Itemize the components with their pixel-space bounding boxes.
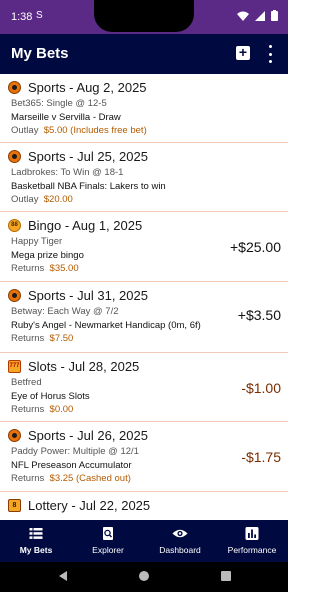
bet-card[interactable]: Sports - Jul 31, 2025 Betway: Each Way @… bbox=[0, 282, 288, 353]
eye-icon bbox=[172, 529, 188, 538]
bet-bookmaker-line: Betfred bbox=[11, 377, 42, 388]
bet-title: Sports - Jul 25, 2025 bbox=[28, 149, 148, 164]
bet-info-value: $7.50 bbox=[49, 333, 74, 344]
wifi-icon bbox=[237, 11, 249, 21]
nav-label: My Bets bbox=[19, 545, 53, 555]
status-bar: 1:38 S bbox=[0, 0, 288, 34]
bet-bookmaker-line: Happy Tiger bbox=[11, 236, 63, 247]
system-navigation-bar bbox=[0, 562, 288, 592]
bet-title: Lottery - Jul 22, 2025 bbox=[28, 498, 151, 513]
nav-performance[interactable]: Performance bbox=[216, 520, 288, 562]
bet-selection-line: NFL Preseason Accumulator bbox=[11, 460, 132, 471]
bet-card[interactable]: Sports - Aug 2, 2025 Bet365: Single @ 12… bbox=[0, 74, 288, 143]
bet-selection-line: Mega prize bingo bbox=[11, 250, 84, 261]
bet-header: Sports - Jul 25, 2025 bbox=[8, 149, 148, 164]
bet-selection-line: Basketball NBA Finals: Lakers to win bbox=[11, 181, 166, 192]
nav-my-bets[interactable]: My Bets bbox=[0, 520, 72, 562]
bet-info-value: $20.00 bbox=[43, 194, 73, 205]
football-icon bbox=[8, 429, 21, 442]
bet-selection-line: Eye of Horus Slots bbox=[11, 391, 90, 402]
bet-header: Sports - Jul 26, 2025 bbox=[8, 428, 148, 443]
bet-header: 88 Bingo - Aug 1, 2025 bbox=[8, 218, 142, 233]
recent-apps-icon[interactable] bbox=[221, 571, 231, 581]
bet-info-line: Returns $0.00 bbox=[11, 404, 73, 415]
bet-title: Sports - Jul 26, 2025 bbox=[28, 428, 148, 443]
bet-info-line: Returns $7.50 bbox=[11, 333, 73, 344]
home-icon[interactable] bbox=[139, 571, 149, 581]
bottom-navigation: My Bets Explorer Dashboard Performance bbox=[0, 520, 288, 562]
bet-header: 777 Slots - Jul 28, 2025 bbox=[8, 359, 139, 374]
bet-title: Slots - Jul 28, 2025 bbox=[28, 359, 140, 374]
search-doc-icon bbox=[103, 527, 113, 540]
nav-dashboard[interactable]: Dashboard bbox=[144, 520, 216, 562]
bet-card[interactable]: 88 Bingo - Aug 1, 2025 Happy Tiger Mega … bbox=[0, 212, 288, 282]
app-bar: My Bets + bbox=[0, 34, 288, 74]
app-screen: 1:38 S My Bets + Sports - Aug 2, 2025 Be… bbox=[0, 0, 288, 592]
bet-info-value: $3.25 (Cashed out) bbox=[49, 473, 131, 484]
page-title: My Bets bbox=[11, 45, 69, 62]
status-time: 1:38 bbox=[11, 11, 33, 23]
status-icons bbox=[237, 10, 278, 21]
camera-notch bbox=[94, 0, 194, 32]
bet-selection-line: Marseille v Servilla - Draw bbox=[11, 112, 121, 123]
nav-label: Explorer bbox=[92, 545, 124, 555]
bet-bookmaker-line: Bet365: Single @ 12-5 bbox=[11, 98, 107, 109]
bet-profit-amount: +$25.00 bbox=[230, 239, 281, 255]
bet-list[interactable]: Sports - Aug 2, 2025 Bet365: Single @ 12… bbox=[0, 74, 288, 520]
bet-header: Sports - Aug 2, 2025 bbox=[8, 80, 147, 95]
nav-explorer[interactable]: Explorer bbox=[72, 520, 144, 562]
signal-icon bbox=[255, 10, 265, 21]
bet-info-value: $0.00 bbox=[49, 404, 74, 415]
bet-info-label: Outlay bbox=[11, 125, 39, 136]
bet-card[interactable]: 8 Lottery - Jul 22, 2025 bbox=[0, 492, 288, 520]
bet-card[interactable]: 777 Slots - Jul 28, 2025 Betfred Eye of … bbox=[0, 353, 288, 422]
bet-info-label: Returns bbox=[11, 333, 45, 344]
lottery-ticket-icon: 8 bbox=[8, 499, 21, 512]
bet-card[interactable]: Sports - Jul 26, 2025 Paddy Power: Multi… bbox=[0, 422, 288, 492]
bet-bookmaker-line: Paddy Power: Multiple @ 12/1 bbox=[11, 446, 139, 457]
chart-icon bbox=[245, 527, 259, 540]
bet-info-line: Returns $3.25 (Cashed out) bbox=[11, 473, 131, 484]
back-icon[interactable] bbox=[59, 571, 67, 581]
battery-icon bbox=[271, 10, 278, 21]
nav-label: Performance bbox=[227, 545, 277, 555]
bet-info-label: Outlay bbox=[11, 194, 39, 205]
bet-info-line: Outlay $5.00 (Includes free bet) bbox=[11, 125, 147, 136]
bet-info-label: Returns bbox=[11, 404, 45, 415]
bet-title: Sports - Jul 31, 2025 bbox=[28, 288, 148, 303]
bet-card[interactable]: Sports - Jul 25, 2025 Ladbrokes: To Win … bbox=[0, 143, 288, 212]
nav-label: Dashboard bbox=[159, 545, 201, 555]
app-notification-icon: S bbox=[36, 10, 43, 21]
bet-title: Sports - Aug 2, 2025 bbox=[28, 80, 147, 95]
bet-info-value: $5.00 (Includes free bet) bbox=[43, 125, 147, 136]
bet-selection-line: Ruby's Angel - Newmarket Handicap (0m, 6… bbox=[11, 320, 201, 331]
football-icon bbox=[8, 289, 21, 302]
list-icon bbox=[29, 528, 43, 539]
bingo-ball-icon: 88 bbox=[8, 219, 21, 232]
bet-info-label: Returns bbox=[11, 263, 45, 274]
football-icon bbox=[8, 150, 21, 163]
bet-profit-amount: -$1.75 bbox=[241, 449, 281, 465]
bet-bookmaker-line: Ladbrokes: To Win @ 18-1 bbox=[11, 167, 124, 178]
bet-info-line: Outlay $20.00 bbox=[11, 194, 73, 205]
bet-info-value: $35.00 bbox=[49, 263, 79, 274]
more-options-icon[interactable] bbox=[266, 45, 274, 63]
bet-header: 8 Lottery - Jul 22, 2025 bbox=[8, 498, 150, 513]
bet-bookmaker-line: Betway: Each Way @ 7/2 bbox=[11, 306, 119, 317]
add-bet-icon[interactable]: + bbox=[236, 45, 250, 60]
bet-profit-amount: -$1.00 bbox=[241, 380, 281, 396]
football-icon bbox=[8, 81, 21, 94]
bet-info-line: Returns $35.00 bbox=[11, 263, 79, 274]
slot-machine-icon: 777 bbox=[8, 360, 21, 373]
bet-title: Bingo - Aug 1, 2025 bbox=[28, 218, 143, 233]
bet-info-label: Returns bbox=[11, 473, 45, 484]
bet-profit-amount: +$3.50 bbox=[237, 307, 281, 323]
bet-header: Sports - Jul 31, 2025 bbox=[8, 288, 148, 303]
